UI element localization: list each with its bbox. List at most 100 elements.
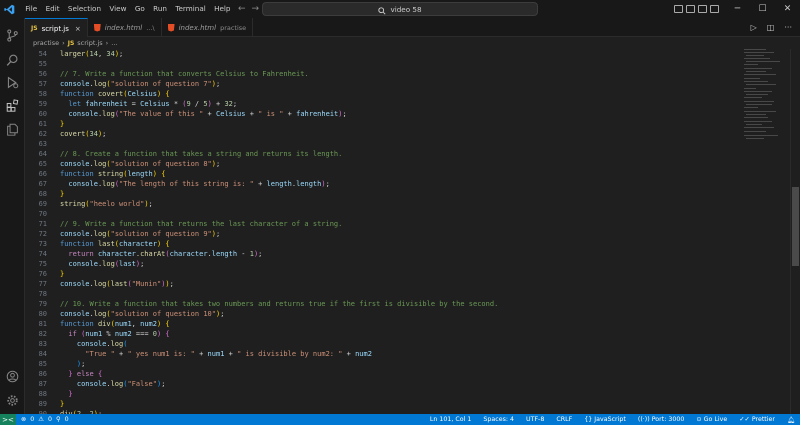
- code-text[interactable]: return character.charAt(character.length…: [60, 249, 262, 259]
- notifications-bell-icon[interactable]: 🔔︎: [787, 416, 795, 424]
- breadcrumb-file[interactable]: script.js: [77, 39, 102, 47]
- account-icon[interactable]: [4, 368, 21, 385]
- code-text[interactable]: console.log("False");: [60, 379, 166, 389]
- menu-file[interactable]: File: [21, 0, 41, 18]
- source-control-icon[interactable]: [4, 27, 21, 44]
- customize-layout-icon[interactable]: [710, 5, 719, 13]
- code-text[interactable]: covert(34);: [60, 129, 106, 139]
- more-actions-icon[interactable]: ···: [784, 23, 792, 32]
- code-line[interactable]: 59 let fahrenheit = Celsius * (9 / 5) + …: [25, 99, 735, 109]
- code-line[interactable]: 86 } else {: [25, 369, 735, 379]
- code-line[interactable]: 89}: [25, 399, 735, 409]
- code-line[interactable]: 79 // 10. Write a function that takes two…: [25, 299, 735, 309]
- code-text[interactable]: console.log("solution of question 10");: [60, 309, 224, 319]
- code-line[interactable]: 55: [25, 59, 735, 69]
- encoding[interactable]: UTF-8: [526, 416, 544, 423]
- cursor-position[interactable]: Ln 101, Col 1: [430, 416, 472, 423]
- code-line[interactable]: 60 console.log("The value of this " + Ce…: [25, 109, 735, 119]
- code-text[interactable]: console.log("The length of this string i…: [60, 179, 329, 189]
- menu-terminal[interactable]: Terminal: [171, 0, 210, 18]
- code-line[interactable]: 56 // 7. Write a function that converts C…: [25, 69, 735, 79]
- run-and-debug-icon[interactable]: [4, 74, 21, 91]
- prettier-status[interactable]: ✓✓ Prettier: [739, 416, 775, 423]
- menu-edit[interactable]: Edit: [41, 0, 63, 18]
- code-line[interactable]: 74 return character.charAt(character.len…: [25, 249, 735, 259]
- code-text[interactable]: let fahrenheit = Celsius * (9 / 5) + 32;: [60, 99, 237, 109]
- code-line[interactable]: 68}: [25, 189, 735, 199]
- back-arrow-icon[interactable]: ←: [238, 4, 246, 14]
- remote-indicator[interactable]: ><: [0, 414, 16, 425]
- toggle-panel-icon[interactable]: [686, 5, 695, 13]
- code-text[interactable]: console.log(last);: [60, 259, 144, 269]
- code-text[interactable]: console.log("solution of question 8");: [60, 159, 220, 169]
- code-text[interactable]: // 8. Create a function that takes a str…: [60, 149, 342, 159]
- code-text[interactable]: }: [60, 269, 64, 279]
- code-line[interactable]: 75 console.log(last);: [25, 259, 735, 269]
- search-icon[interactable]: [4, 52, 21, 69]
- maximize-icon[interactable]: ☐: [750, 0, 775, 18]
- code-line[interactable]: 80 console.log("solution of question 10")…: [25, 309, 735, 319]
- breadcrumb-folder[interactable]: practise: [33, 39, 59, 47]
- menu-help[interactable]: Help: [210, 0, 235, 18]
- code-text[interactable]: console.log(last("Munin"));: [60, 279, 174, 289]
- code-text[interactable]: }: [60, 189, 64, 199]
- code-text[interactable]: }: [60, 119, 64, 129]
- code-line[interactable]: 70: [25, 209, 735, 219]
- code-line[interactable]: 76}: [25, 269, 735, 279]
- port-status[interactable]: ((·)) Port: 3000: [638, 416, 685, 423]
- code-line[interactable]: 83 console.log(: [25, 339, 735, 349]
- code-text[interactable]: function string(length) {: [60, 169, 165, 179]
- indentation[interactable]: Spaces: 4: [483, 416, 514, 423]
- run-file-icon[interactable]: ▷: [751, 23, 757, 32]
- code-line[interactable]: 87 console.log("False");: [25, 379, 735, 389]
- code-line[interactable]: 63: [25, 139, 735, 149]
- code-line[interactable]: 64 // 8. Create a function that takes a s…: [25, 149, 735, 159]
- code-text[interactable]: function div(num1, num2) {: [60, 319, 170, 329]
- code-line[interactable]: 77 console.log(last("Munin"));: [25, 279, 735, 289]
- code-line[interactable]: 72 console.log("solution of question 9");: [25, 229, 735, 239]
- code-line[interactable]: 65 console.log("solution of question 8");: [25, 159, 735, 169]
- code-text[interactable]: }: [60, 399, 64, 409]
- code-text[interactable]: console.log("The value of this " + Celsi…: [60, 109, 346, 119]
- end-of-line[interactable]: CRLF: [556, 416, 572, 423]
- code-text[interactable]: function last(character) {: [60, 239, 170, 249]
- tab-script-js[interactable]: JS script.js ×: [25, 18, 88, 38]
- split-editor-icon[interactable]: ◫: [767, 23, 775, 32]
- minimize-icon[interactable]: ─: [725, 0, 750, 18]
- menu-run[interactable]: Run: [149, 0, 171, 18]
- menu-selection[interactable]: Selection: [64, 0, 106, 18]
- code-text[interactable]: // 9. Write a function that returns the …: [60, 219, 342, 229]
- close-window-icon[interactable]: ✕: [775, 0, 800, 18]
- code-line[interactable]: 54 larger(14, 34);: [25, 49, 735, 59]
- close-tab-icon[interactable]: ×: [75, 25, 81, 33]
- language-mode[interactable]: {} JavaScript: [584, 416, 626, 423]
- code-text[interactable]: larger(14, 34);: [60, 49, 123, 59]
- code-editor[interactable]: 54 larger(14, 34); 55 56// 7. Write a funct…: [25, 49, 785, 414]
- code-line[interactable]: 81 function div(num1, num2) {: [25, 319, 735, 329]
- explorer-icon[interactable]: [4, 121, 21, 138]
- toggle-secondary-sidebar-icon[interactable]: [698, 5, 707, 13]
- extensions-icon[interactable]: [4, 97, 21, 114]
- code-text[interactable]: console.log(: [60, 339, 128, 349]
- toggle-sidebar-icon[interactable]: [674, 5, 683, 13]
- menu-view[interactable]: View: [105, 0, 130, 18]
- code-line[interactable]: 57 console.log("solution of question 7");: [25, 79, 735, 89]
- tab-index-html-1[interactable]: index.html ...\: [88, 18, 162, 37]
- code-line[interactable]: 62 covert(34);: [25, 129, 735, 139]
- code-line[interactable]: 73 function last(character) {: [25, 239, 735, 249]
- code-line[interactable]: 78: [25, 289, 735, 299]
- code-text[interactable]: if (num1 % num2 === 0) {: [60, 329, 169, 339]
- code-line[interactable]: 82 if (num1 % num2 === 0) {: [25, 329, 735, 339]
- vertical-scrollbar-thumb[interactable]: [792, 187, 799, 266]
- minimap[interactable]: [742, 49, 790, 414]
- code-line[interactable]: 85 );: [25, 359, 735, 369]
- go-live-button[interactable]: ⊙ Go Live: [696, 416, 727, 423]
- code-text[interactable]: function covert(Celsius) {: [60, 89, 170, 99]
- code-line[interactable]: 84 "True " + " yes num1 is: " + num1 + "…: [25, 349, 735, 359]
- code-line[interactable]: 69 string("heelo world");: [25, 199, 735, 209]
- code-line[interactable]: 66 function string(length) {: [25, 169, 735, 179]
- code-line[interactable]: 61}: [25, 119, 735, 129]
- code-text[interactable]: console.log("solution of question 7");: [60, 79, 220, 89]
- code-line[interactable]: 67 console.log("The length of this strin…: [25, 179, 735, 189]
- forward-arrow-icon[interactable]: →: [252, 4, 260, 14]
